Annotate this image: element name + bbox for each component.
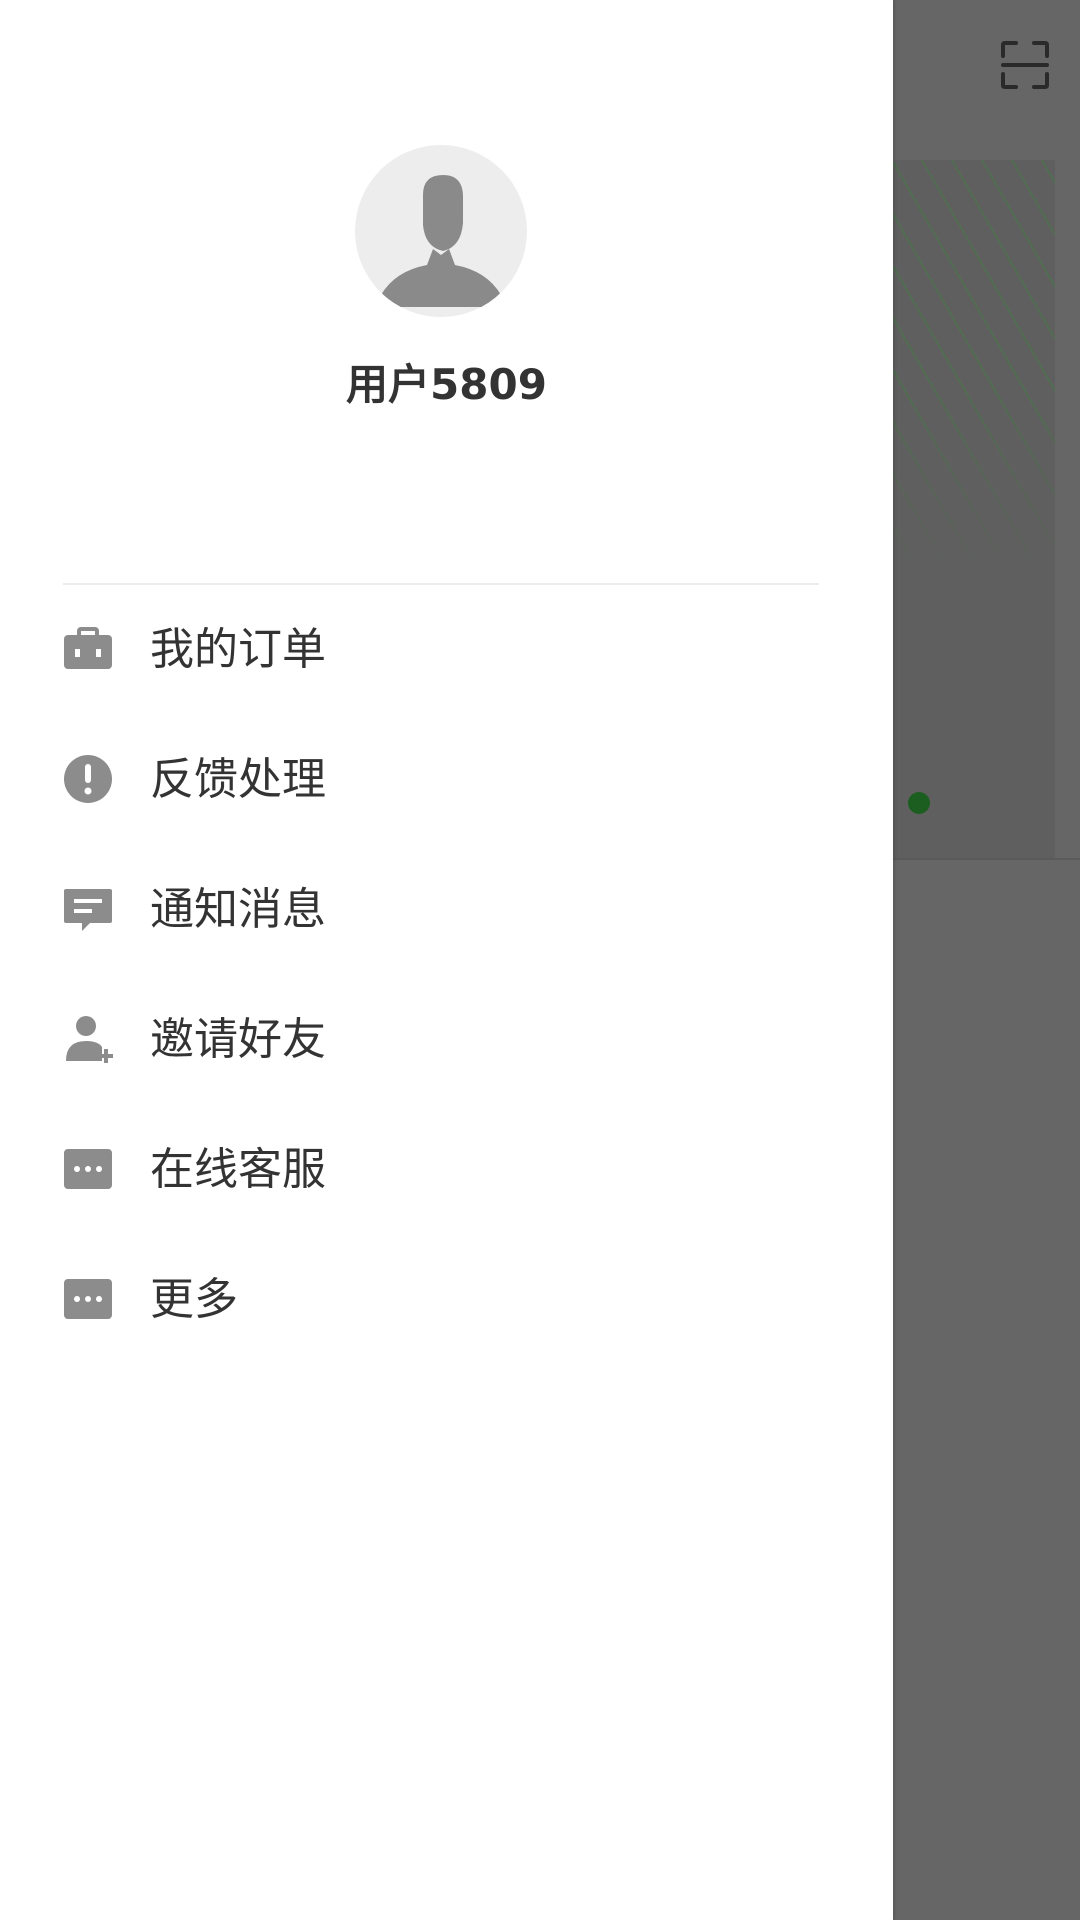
menu-item-label: 更多 [150,1274,238,1325]
background-map-area [893,160,1055,858]
chat-dots-icon [64,1149,112,1189]
user-silhouette-icon [381,175,501,307]
menu-item-online-support[interactable]: 在线客服 [0,1115,893,1225]
background-divider [893,858,1080,860]
menu-item-invite-friends[interactable]: 邀请好友 [0,985,893,1095]
map-route-stripes [893,160,1055,580]
menu-divider [63,583,819,585]
app-screen: 用户5809 我的订单 反馈处理 通知消息 邀请好友 在线客服 更多 [0,0,1080,1920]
location-dot [908,792,930,814]
message-icon [64,889,112,931]
menu-item-label: 通知消息 [150,884,326,935]
menu-item-feedback[interactable]: 反馈处理 [0,725,893,835]
alert-circle-icon [64,755,112,803]
menu-item-label: 在线客服 [150,1144,326,1195]
more-dots-icon [64,1279,112,1319]
username: 用户5809 [346,360,547,409]
menu-item-label: 邀请好友 [150,1014,326,1065]
menu-item-orders[interactable]: 我的订单 [0,595,893,705]
menu-item-label: 我的订单 [150,624,326,675]
menu-item-notifications[interactable]: 通知消息 [0,855,893,965]
side-drawer: 用户5809 我的订单 反馈处理 通知消息 邀请好友 在线客服 更多 [0,0,893,1920]
avatar[interactable] [355,145,527,317]
menu-item-label: 反馈处理 [150,754,326,805]
add-person-icon [66,1016,113,1063]
menu-item-more[interactable]: 更多 [0,1245,893,1355]
briefcase-icon [64,627,112,669]
scan-icon[interactable] [1000,40,1050,90]
